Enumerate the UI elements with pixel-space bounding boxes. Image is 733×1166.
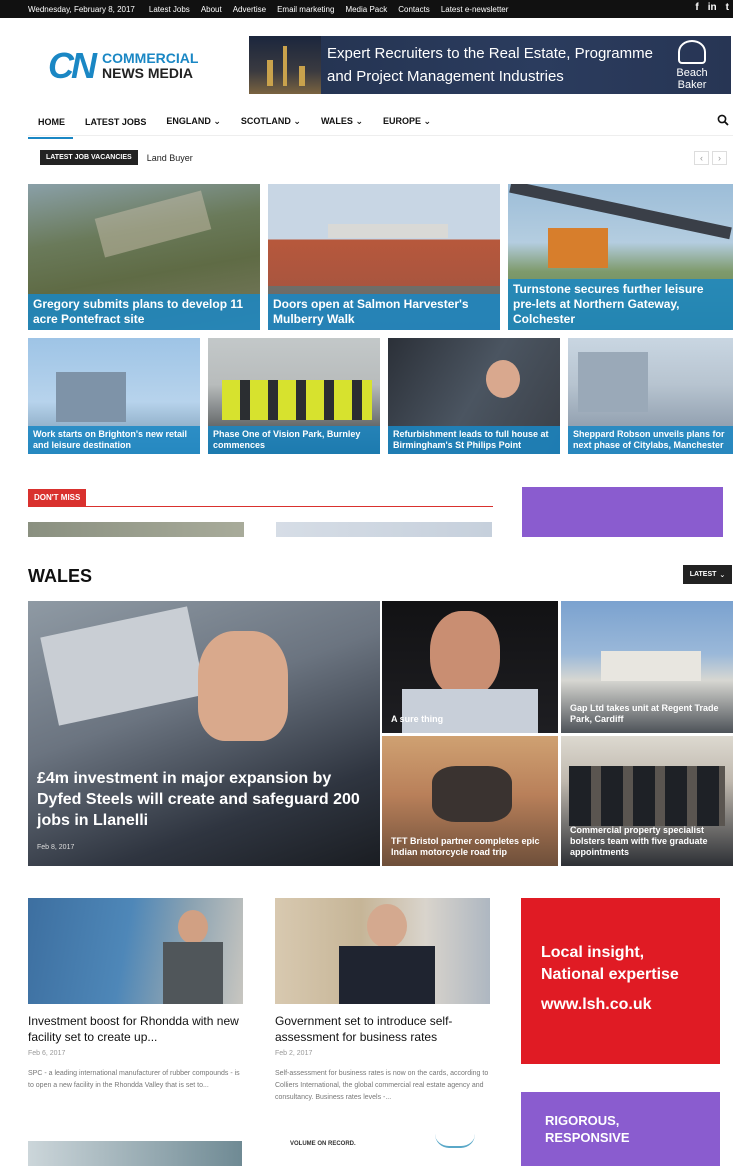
logo-line-2: NEWS MEDIA	[102, 65, 193, 81]
toplink-contacts[interactable]: Contacts	[398, 5, 430, 14]
toplink-latest-enewsletter[interactable]: Latest e-newsletter	[441, 5, 509, 14]
featured-caption: Turnstone secures further leisure pre-le…	[508, 279, 733, 330]
facebook-icon[interactable]: f	[695, 2, 698, 13]
current-date: Wednesday, February 8, 2017	[28, 4, 135, 14]
sidebar-purple-ad[interactable]	[522, 487, 723, 537]
featured-caption: Gregory submits plans to develop 11 acre…	[28, 294, 260, 330]
wales-tile[interactable]: Gap Ltd takes unit at Regent Trade Park,…	[561, 601, 733, 733]
curve-graphic	[435, 1134, 475, 1148]
article-excerpt: SPC - a leading international manufactur…	[28, 1070, 240, 1089]
wales-caption: Gap Ltd takes unit at Regent Trade Park,…	[570, 703, 719, 724]
featured-caption: Phase One of Vision Park, Burnley commen…	[208, 426, 380, 454]
linkedin-icon[interactable]: in	[708, 2, 717, 13]
ticker-next-button[interactable]: ›	[712, 151, 727, 165]
wales-caption-text: £4m investment in major expansion by Dyf…	[37, 770, 360, 829]
article-date: Feb 2, 2017	[275, 1050, 313, 1057]
featured-tile[interactable]: Phase One of Vision Park, Burnley commen…	[208, 338, 380, 454]
banner-line-2: and Project Management Industries	[327, 68, 564, 85]
ticker-tag: LATEST JOB VACANCIES	[40, 150, 138, 165]
rig-ad-line-2: RESPONSIVE	[545, 1130, 630, 1145]
featured-caption: Work starts on Brighton's new retail and…	[28, 426, 200, 454]
latest-label: LATEST	[689, 571, 717, 578]
lsh-ad-url: www.lsh.co.uk	[541, 996, 652, 1013]
ticker-text[interactable]: Land Buyer	[147, 153, 193, 163]
article-excerpt: Self-assessment for business rates is no…	[275, 1070, 489, 1101]
nav-scotland[interactable]: SCOTLAND ⌄	[241, 110, 301, 133]
logo-line-1: COMMERCIAL	[102, 50, 199, 66]
ticker-nav: ‹ ›	[694, 151, 727, 165]
beach-baker-mark-icon	[678, 40, 706, 64]
wales-tile[interactable]: TFT Bristol partner completes epic India…	[382, 736, 558, 866]
wales-caption: Commercial property specialist bolsters …	[570, 825, 708, 857]
lsh-ad-line-1: Local insight,	[541, 944, 645, 961]
nav-home[interactable]: HOME	[28, 111, 73, 139]
beach-baker-logo: Beach Baker	[661, 40, 723, 91]
rig-ad-line-1: RIGOROUS,	[545, 1113, 620, 1128]
logo-mark: CN	[48, 45, 97, 86]
featured-tile[interactable]: Sheppard Robson unveils plans for next p…	[568, 338, 733, 454]
section-heading-wales: WALES	[28, 566, 93, 586]
dont-miss-image[interactable]	[276, 522, 492, 537]
wales-tile-main[interactable]: £4m investment in major expansion by Dyf…	[28, 601, 380, 866]
wales-caption: TFT Bristol partner completes epic India…	[391, 836, 540, 857]
toplink-email-marketing[interactable]: Email marketing	[277, 5, 334, 14]
wales-caption: A sure thing	[391, 714, 444, 724]
main-nav: HOME LATEST JOBS ENGLAND ⌄ SCOTLAND ⌄ WA…	[28, 108, 733, 139]
dont-miss-tag: DON'T MISS	[28, 489, 87, 506]
article-image[interactable]	[28, 1141, 242, 1166]
article-date: Feb 6, 2017	[28, 1050, 66, 1057]
twitter-icon[interactable]: t	[726, 2, 729, 13]
lsh-ad-line-2: National expertise	[541, 966, 679, 983]
top-bar: Wednesday, February 8, 2017 Latest Jobs …	[0, 0, 733, 18]
lsh-advert[interactable]: Local insight, National expertise www.ls…	[521, 898, 720, 1064]
article-image[interactable]	[28, 898, 243, 1004]
beach-baker-name: Beach Baker	[676, 67, 708, 91]
wales-tile[interactable]: Commercial property specialist bolsters …	[561, 736, 733, 866]
featured-tile[interactable]: Turnstone secures further leisure pre-le…	[508, 184, 733, 330]
volume-ad-text: VOLUME ON RECORD.	[290, 1141, 356, 1147]
toplink-latest-jobs[interactable]: Latest Jobs	[149, 5, 190, 14]
featured-caption: Sheppard Robson unveils plans for next p…	[568, 426, 733, 454]
article-image[interactable]	[275, 898, 490, 1004]
dont-miss-image[interactable]	[28, 522, 244, 537]
social-links: f in t	[695, 2, 729, 13]
featured-tile[interactable]: Work starts on Brighton's new retail and…	[28, 338, 200, 454]
banner-line-1: Expert Recruiters to the Real Estate, Pr…	[327, 45, 653, 62]
wales-date: Feb 8, 2017	[37, 844, 75, 851]
search-icon[interactable]	[717, 114, 729, 126]
toplink-media-pack[interactable]: Media Pack	[345, 5, 387, 14]
toplink-advertise[interactable]: Advertise	[233, 5, 266, 14]
site-logo[interactable]: CN COMMERCIAL NEWS MEDIA	[48, 48, 198, 84]
toplink-about[interactable]: About	[201, 5, 222, 14]
nav-wales[interactable]: WALES ⌄	[321, 110, 363, 133]
featured-tile[interactable]: Gregory submits plans to develop 11 acre…	[28, 184, 260, 330]
featured-caption: Doors open at Salmon Harvester's Mulberr…	[268, 294, 500, 330]
job-ticker: LATEST JOB VACANCIES Land Buyer	[40, 150, 193, 165]
rigorous-advert[interactable]: RIGOROUS, RESPONSIVE	[521, 1092, 720, 1166]
nav-latest-jobs[interactable]: LATEST JOBS	[85, 111, 146, 133]
banner-city-image	[249, 36, 321, 94]
wales-caption: £4m investment in major expansion by Dyf…	[37, 768, 374, 858]
featured-caption: Refurbishment leads to full house at Bir…	[388, 426, 560, 454]
article-title[interactable]: Investment boost for Rhondda with new fa…	[28, 1013, 248, 1045]
header-banner-ad[interactable]: Expert Recruiters to the Real Estate, Pr…	[249, 36, 731, 94]
featured-tile[interactable]: Refurbishment leads to full house at Bir…	[388, 338, 560, 454]
nav-europe[interactable]: EUROPE ⌄	[383, 110, 431, 133]
dont-miss-header: DON'T MISS	[28, 487, 493, 507]
chevron-down-icon: ⌄	[719, 571, 726, 579]
latest-dropdown-button[interactable]: LATEST ⌄	[683, 565, 732, 584]
ticker-prev-button[interactable]: ‹	[694, 151, 709, 165]
wales-tile[interactable]: A sure thing	[382, 601, 558, 733]
featured-tile[interactable]: Doors open at Salmon Harvester's Mulberr…	[268, 184, 500, 330]
nav-england[interactable]: ENGLAND ⌄	[166, 110, 221, 133]
article-title[interactable]: Government set to introduce self-assessm…	[275, 1013, 495, 1045]
